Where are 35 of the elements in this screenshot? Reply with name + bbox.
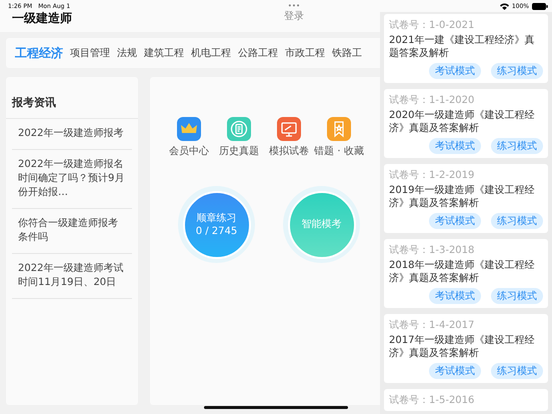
category-tab[interactable]: 市政工程 bbox=[285, 46, 325, 60]
shortcut-label: 错题 · 收藏 bbox=[314, 144, 364, 158]
paper-title: 2018年一级建造师《建设工程经济》真题及答案解析 bbox=[389, 259, 536, 285]
app-title: 一级建造师 bbox=[12, 10, 73, 27]
paper-code: 试卷号：1-3-2018 bbox=[389, 244, 476, 257]
wifi-icon bbox=[500, 3, 509, 10]
category-tab[interactable]: 铁路工 bbox=[332, 46, 362, 60]
news-item[interactable]: 你符合一级建造师报考条件吗 bbox=[12, 209, 132, 254]
paper-title: 2019年一级建造师《建设工程经济》真题及答案解析 bbox=[389, 184, 536, 210]
paper-code: 试卷号：1-4-2017 bbox=[389, 318, 476, 332]
shortcut-label: 会员中心 bbox=[169, 144, 209, 158]
paper-code: 试卷号：1-5-2016 bbox=[389, 394, 476, 407]
login-link[interactable]: 登录 bbox=[284, 9, 304, 23]
news-item[interactable]: 2022年一级建造师报考 bbox=[12, 119, 132, 150]
paper-title: 2021年一建《建设工程经济》真题答案及解析 bbox=[389, 34, 536, 60]
bookmark-icon[interactable] bbox=[327, 117, 351, 141]
news-item[interactable]: 2022年一级建造师考试时间11月19日、20日 bbox=[12, 254, 132, 299]
document-icon[interactable] bbox=[227, 117, 251, 141]
paper-code: 试卷号：1-0-2021 bbox=[389, 18, 476, 32]
monitor-icon[interactable] bbox=[277, 117, 301, 141]
shortcut-label: 模拟试卷 bbox=[269, 144, 309, 158]
paper-title: 2020年一级建造师《建设工程经济》真题及答案解析 bbox=[389, 109, 536, 135]
paper-title: 2017年一级建造师《建设工程经济》真题及答案解析 bbox=[389, 334, 536, 360]
news-heading: 报考资讯 bbox=[6, 77, 138, 119]
news-item[interactable]: 2022年一级建造师报名时间确定了吗？预计9月份开始报… bbox=[12, 150, 132, 209]
category-tab[interactable]: 建筑工程 bbox=[144, 46, 184, 60]
shortcut-label: 历史真题 bbox=[219, 144, 259, 158]
category-tab[interactable]: 法规 bbox=[117, 46, 137, 60]
category-tab[interactable]: 项目管理 bbox=[70, 46, 110, 60]
battery-icon bbox=[532, 3, 548, 10]
paper-code: 试卷号：1-2-2019 bbox=[389, 168, 476, 182]
category-tab[interactable]: 机电工程 bbox=[191, 46, 231, 60]
crown-icon[interactable] bbox=[177, 117, 201, 141]
paper-code: 试卷号：1-1-2020 bbox=[389, 94, 476, 107]
category-tab[interactable]: 公路工程 bbox=[238, 46, 278, 60]
